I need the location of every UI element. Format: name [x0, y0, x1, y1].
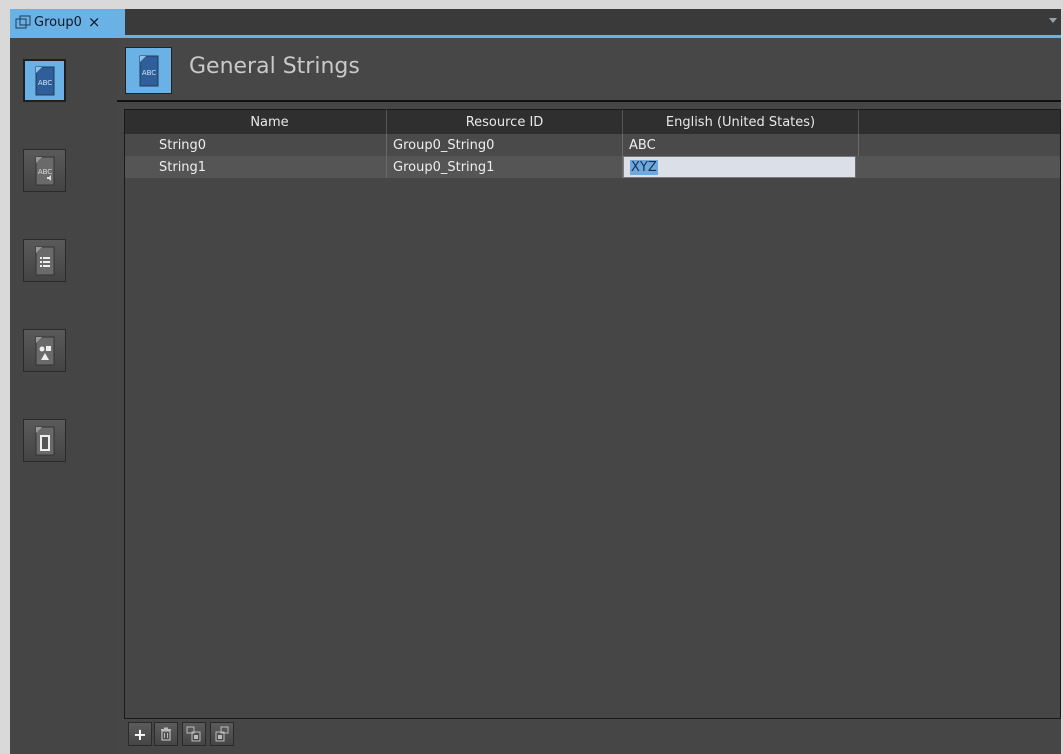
table-row[interactable]: String1 Group0_String1 XYZ: [125, 156, 1060, 178]
column-header-resource-id[interactable]: Resource ID: [387, 110, 623, 134]
delete-button[interactable]: [154, 722, 178, 746]
page-title: General Strings: [189, 54, 360, 79]
add-button[interactable]: +: [128, 722, 152, 746]
abc-label: ABC: [141, 69, 155, 77]
cell-resource-id[interactable]: Group0_String1: [387, 156, 623, 178]
export-icon: [215, 726, 229, 742]
cell-name[interactable]: String0: [153, 134, 387, 156]
string-table-editor: Group0 × ABC ABC ABC General Strings Nam…: [10, 9, 1061, 754]
chevron-down-icon[interactable]: [1049, 18, 1057, 23]
import-icon: [186, 726, 201, 742]
add-icon: +: [133, 724, 147, 744]
table-row[interactable]: String0 Group0_String0 ABC: [125, 134, 1060, 156]
table-header: Name Resource ID English (United States): [125, 110, 1060, 134]
general-strings-icon: ABC: [35, 66, 54, 95]
cell-english[interactable]: ABC: [623, 134, 859, 156]
row-header-corner: [125, 110, 153, 134]
bottom-toolbar: +: [124, 719, 1061, 754]
general-strings-button[interactable]: ABC: [23, 59, 66, 102]
abc-label: ABC: [37, 79, 51, 87]
resource-type-rail: ABC ABC: [10, 38, 117, 754]
strings-table: Name Resource ID English (United States)…: [124, 109, 1061, 719]
abc-label: ABC: [37, 168, 51, 176]
voice-strings-button[interactable]: ABC: [23, 149, 66, 192]
page-header: ABC General Strings: [117, 38, 1061, 102]
column-header-english[interactable]: English (United States): [623, 110, 859, 134]
list-icon: [35, 246, 54, 275]
image-icon: [35, 336, 54, 365]
image-resources-button[interactable]: [23, 329, 66, 372]
close-icon[interactable]: ×: [88, 14, 101, 30]
column-header-name[interactable]: Name: [153, 110, 387, 134]
list-resources-button[interactable]: [23, 239, 66, 282]
group-tab-icon: [15, 15, 31, 29]
tab-strip: Group0 ×: [10, 9, 1061, 38]
cell-english-editor[interactable]: XYZ: [623, 156, 856, 178]
tab-label: Group0: [34, 14, 82, 30]
export-button[interactable]: [210, 722, 234, 746]
tab-group0[interactable]: Group0 ×: [10, 9, 125, 35]
delete-icon: [161, 727, 171, 741]
media-resources-button[interactable]: [23, 419, 66, 462]
general-strings-header-icon: ABC: [125, 47, 172, 94]
cell-name[interactable]: String1: [153, 156, 387, 178]
import-button[interactable]: [182, 722, 206, 746]
cell-resource-id[interactable]: Group0_String0: [387, 134, 623, 156]
voice-strings-icon: ABC: [35, 156, 54, 185]
media-icon: [35, 426, 54, 455]
selected-text: XYZ: [630, 159, 658, 175]
